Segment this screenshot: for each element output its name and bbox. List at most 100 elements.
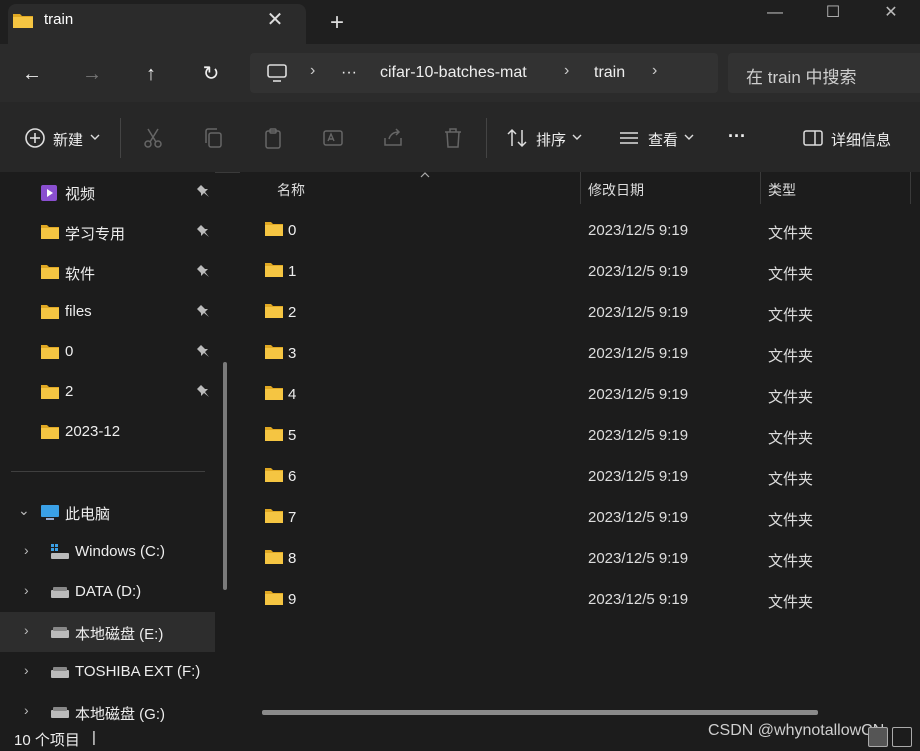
sidebar-item-drive-c[interactable]: › Windows (C:) xyxy=(0,532,215,572)
tiles-view-button[interactable] xyxy=(892,727,912,747)
sidebar-item-videos[interactable]: 视频 xyxy=(0,172,215,212)
folder-icon xyxy=(265,509,283,523)
file-row[interactable]: 9 2023/12/5 9:19 文件夹 xyxy=(258,578,918,619)
file-name: 3 xyxy=(288,345,297,362)
breadcrumb-more[interactable]: ··· xyxy=(341,64,357,82)
sidebar-scrollbar[interactable] xyxy=(223,362,227,590)
file-type: 文件夹 xyxy=(768,266,814,283)
new-button[interactable]: 新建 xyxy=(53,129,83,150)
column-separator[interactable] xyxy=(910,172,911,204)
sidebar-item-drive-d[interactable]: › DATA (D:) xyxy=(0,572,215,612)
drive-icon xyxy=(51,627,69,638)
sidebar-item-files[interactable]: files xyxy=(0,292,215,332)
column-separator[interactable] xyxy=(580,172,581,204)
up-button[interactable]: ↑ xyxy=(133,58,169,90)
chevron-right-icon[interactable]: › xyxy=(24,662,29,678)
pin-icon[interactable] xyxy=(196,384,210,398)
chevron-right-icon[interactable]: › xyxy=(24,622,29,638)
windows-drive-icon xyxy=(51,544,69,559)
sidebar-item-drive-f[interactable]: › TOSHIBA EXT (F:) xyxy=(0,652,215,692)
drive-icon xyxy=(51,667,69,678)
sidebar-item-drive-e[interactable]: › 本地磁盘 (E:) xyxy=(0,612,215,652)
file-modified: 2023/12/5 9:19 xyxy=(588,509,689,526)
column-header-type[interactable]: 类型 xyxy=(768,180,796,200)
copy-icon[interactable] xyxy=(200,126,226,150)
file-type: 文件夹 xyxy=(768,307,814,324)
pin-icon[interactable] xyxy=(196,264,210,278)
details-button[interactable]: 详细信息 xyxy=(831,129,891,150)
back-button[interactable]: ← xyxy=(14,58,50,90)
breadcrumb-separator: › xyxy=(564,62,570,79)
horizontal-scrollbar[interactable] xyxy=(262,710,818,715)
file-name: 2 xyxy=(288,304,297,321)
cut-icon[interactable] xyxy=(140,126,166,150)
file-modified: 2023/12/5 9:19 xyxy=(588,427,689,444)
minimize-button[interactable]: — xyxy=(746,0,804,30)
view-button[interactable]: 查看 xyxy=(648,129,678,150)
sidebar-item-2023-12[interactable]: 2023-12 xyxy=(0,412,215,452)
details-view-button[interactable] xyxy=(868,727,888,747)
sidebar-item-study[interactable]: 学习专用 xyxy=(0,212,215,252)
delete-icon[interactable] xyxy=(440,126,466,150)
close-window-button[interactable]: ✕ xyxy=(862,0,920,30)
column-separator[interactable] xyxy=(760,172,761,204)
chevron-right-icon[interactable]: › xyxy=(24,542,29,558)
chevron-right-icon[interactable]: › xyxy=(24,582,29,598)
file-modified: 2023/12/5 9:19 xyxy=(588,222,689,239)
file-type: 文件夹 xyxy=(768,348,814,365)
file-row[interactable]: 6 2023/12/5 9:19 文件夹 xyxy=(258,455,918,496)
pin-icon[interactable] xyxy=(196,344,210,358)
watermark: CSDN @whynotallowCN xyxy=(708,722,885,739)
breadcrumb-item[interactable]: cifar-10-batches-mat xyxy=(380,64,527,82)
close-tab-icon[interactable]: ✕ xyxy=(262,8,288,32)
sidebar-item-drive-g[interactable]: › 本地磁盘 (G:) xyxy=(0,692,215,722)
column-header-name[interactable]: 名称 xyxy=(277,180,305,200)
file-name: 8 xyxy=(288,550,297,567)
file-row[interactable]: 7 2023/12/5 9:19 文件夹 xyxy=(258,496,918,537)
folder-icon xyxy=(41,265,59,279)
file-modified: 2023/12/5 9:19 xyxy=(588,591,689,608)
chevron-down-icon[interactable]: ⌄ xyxy=(18,502,30,519)
file-modified: 2023/12/5 9:19 xyxy=(588,345,689,362)
file-row[interactable]: 5 2023/12/5 9:19 文件夹 xyxy=(258,414,918,455)
share-icon[interactable] xyxy=(380,126,406,150)
rename-icon[interactable] xyxy=(320,126,346,150)
refresh-button[interactable]: ↻ xyxy=(193,58,229,90)
column-header-modified[interactable]: 修改日期 xyxy=(588,180,644,200)
folder-icon xyxy=(265,427,283,441)
tab-title: train xyxy=(44,11,74,28)
forward-button[interactable]: → xyxy=(74,58,110,90)
file-name: 5 xyxy=(288,427,297,444)
file-row[interactable]: 4 2023/12/5 9:19 文件夹 xyxy=(258,373,918,414)
file-row[interactable]: 8 2023/12/5 9:19 文件夹 xyxy=(258,537,918,578)
pin-icon[interactable] xyxy=(196,224,210,238)
sidebar-item-label: 2 xyxy=(65,383,74,400)
new-tab-button[interactable]: + xyxy=(324,10,350,36)
chevron-right-icon[interactable]: › xyxy=(24,702,29,718)
breadcrumb-separator: › xyxy=(310,62,316,79)
file-row[interactable]: 0 2023/12/5 9:19 文件夹 xyxy=(258,209,918,250)
file-name: 1 xyxy=(288,263,297,280)
folder-icon xyxy=(265,550,283,564)
folder-icon xyxy=(265,591,283,605)
file-modified: 2023/12/5 9:19 xyxy=(588,386,689,403)
file-row[interactable]: 1 2023/12/5 9:19 文件夹 xyxy=(258,250,918,291)
file-modified: 2023/12/5 9:19 xyxy=(588,550,689,567)
pin-icon[interactable] xyxy=(196,304,210,318)
sort-button[interactable]: 排序 xyxy=(536,129,566,150)
sidebar-item-2[interactable]: 2 xyxy=(0,372,215,412)
video-folder-icon xyxy=(41,185,57,201)
breadcrumb-separator[interactable]: › xyxy=(652,62,657,80)
pin-icon[interactable] xyxy=(196,184,210,198)
maximize-button[interactable]: ☐ xyxy=(804,0,862,30)
file-row[interactable]: 2 2023/12/5 9:19 文件夹 xyxy=(258,291,918,332)
sidebar-item-0[interactable]: 0 xyxy=(0,332,215,372)
sidebar-item-this-pc[interactable]: ⌄ 此电脑 xyxy=(0,492,215,532)
folder-icon xyxy=(41,225,59,239)
breadcrumb-item[interactable]: train xyxy=(594,64,625,82)
folder-icon xyxy=(41,385,59,399)
file-row[interactable]: 3 2023/12/5 9:19 文件夹 xyxy=(258,332,918,373)
paste-icon[interactable] xyxy=(260,126,286,150)
more-options-button[interactable]: ··· xyxy=(728,126,746,147)
sidebar-item-software[interactable]: 软件 xyxy=(0,252,215,292)
